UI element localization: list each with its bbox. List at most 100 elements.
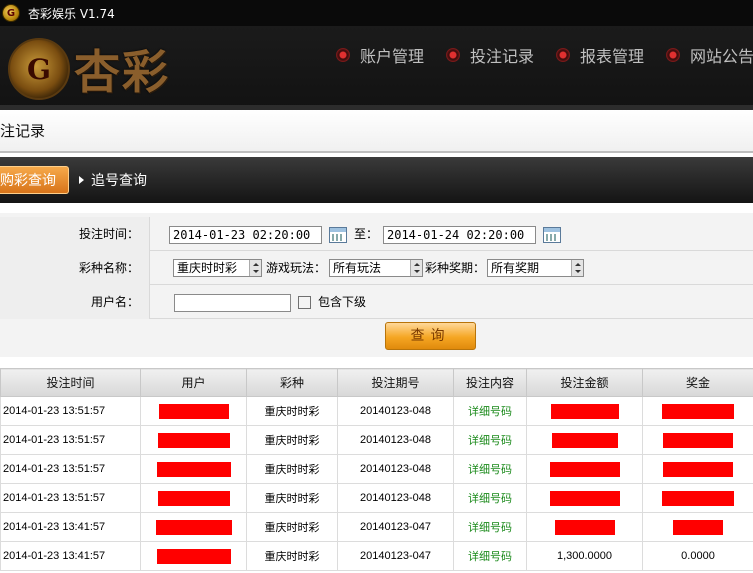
spinner-arrows-icon — [571, 260, 583, 276]
nav-item-label: 投注记录 — [470, 47, 535, 66]
include-sub-checkbox[interactable] — [298, 296, 311, 309]
column-header: 用户 — [140, 368, 247, 397]
period-cell: 20140123-048 — [337, 483, 454, 513]
lottery-cell: 重庆时时彩 — [246, 541, 338, 571]
period-cell: 20140123-047 — [337, 512, 454, 542]
play-select-value: 所有玩法 — [333, 261, 382, 275]
calendar-icon[interactable] — [329, 227, 347, 243]
start-time-input[interactable]: 2014-01-23 02:20:00 — [169, 226, 322, 244]
form-row-user: 用户名： 包含下级 — [0, 285, 753, 319]
redaction-block — [549, 461, 620, 477]
bet-time-cell: 2014-01-23 13:51:57 — [0, 483, 141, 513]
logo-emblem-icon: G — [8, 38, 70, 100]
table-header-row: 投注时间 用户 彩种 投注期号 投注内容 投注金额 奖金 — [0, 368, 753, 397]
lottery-cell: 重庆时时彩 — [246, 512, 338, 542]
form-row-time: 投注时间： 2014-01-23 02:20:00 至： 2014-01-24 … — [0, 217, 753, 251]
column-header: 投注期号 — [337, 368, 454, 397]
include-sub-label: 包含下级 — [318, 295, 367, 309]
bullet-icon — [336, 48, 350, 62]
main-nav: 账户管理 投注记录 报表管理 网站公告 — [336, 26, 753, 84]
table-row: 2014-01-23 13:41:57 重庆时时彩 20140123-047 详… — [0, 541, 753, 571]
tab-chase-query[interactable]: 追号查询 — [79, 170, 147, 190]
end-time-input[interactable]: 2014-01-24 02:20:00 — [383, 226, 536, 244]
user-cell — [140, 541, 247, 571]
brand-logo: G 杏彩 — [8, 36, 170, 102]
period-label: 彩种奖期： — [425, 261, 486, 275]
table-row: 2014-01-23 13:51:57 重庆时时彩 20140123-048 详… — [0, 425, 753, 455]
bullet-icon — [556, 48, 571, 62]
column-header: 彩种 — [246, 368, 338, 397]
query-button[interactable]: 查询 — [385, 322, 476, 350]
detail-link[interactable]: 详细号码 — [453, 541, 527, 571]
lottery-cell: 重庆时时彩 — [246, 425, 338, 455]
redaction-block — [673, 519, 723, 535]
detail-link[interactable]: 详细号码 — [453, 425, 527, 455]
bet-time-cell: 2014-01-23 13:41:57 — [0, 512, 141, 542]
detail-link[interactable]: 详细号码 — [453, 454, 527, 484]
period-cell: 20140123-047 — [337, 541, 454, 571]
period-select-value: 所有奖期 — [491, 261, 540, 275]
bet-time-cell: 2014-01-23 13:51:57 — [0, 425, 141, 455]
nav-item-label: 账户管理 — [360, 47, 425, 66]
spinner-arrows-icon — [410, 260, 422, 276]
bullet-icon — [446, 48, 461, 62]
amount-cell: 1,300.0000 — [526, 541, 643, 571]
redaction-block — [551, 432, 618, 448]
user-cell — [140, 483, 247, 513]
column-header: 投注时间 — [0, 368, 141, 397]
tab-lottery-query[interactable]: 购彩查询 — [0, 166, 69, 194]
lottery-select[interactable]: 重庆时时彩 — [173, 259, 262, 277]
redaction-block — [662, 490, 734, 506]
redaction-block — [550, 403, 619, 419]
redaction-block — [663, 432, 733, 448]
bullet-icon — [666, 48, 681, 62]
redaction-block — [158, 403, 229, 419]
triangle-right-icon — [79, 176, 84, 184]
amount-cell — [526, 425, 643, 455]
spinner-arrows-icon — [249, 260, 261, 276]
column-header: 奖金 — [642, 368, 753, 397]
table-row: 2014-01-23 13:51:57 重庆时时彩 20140123-048 详… — [0, 396, 753, 426]
window-title: 杏彩娱乐 V1.74 — [28, 6, 115, 21]
prize-cell — [642, 396, 753, 426]
period-cell: 20140123-048 — [337, 425, 454, 455]
redaction-block — [156, 461, 231, 477]
redaction-block — [157, 490, 230, 506]
calendar-icon[interactable] — [543, 227, 561, 243]
redaction-block — [662, 403, 734, 419]
tab-bar: 购彩查询 追号查询 — [0, 157, 753, 203]
nav-item-announcements[interactable]: 网站公告 — [666, 43, 753, 67]
column-header: 投注金额 — [526, 368, 643, 397]
detail-link[interactable]: 详细号码 — [453, 396, 527, 426]
detail-link[interactable]: 详细号码 — [453, 483, 527, 513]
prize-cell — [642, 483, 753, 513]
redaction-block — [554, 519, 615, 535]
play-select[interactable]: 所有玩法 — [329, 259, 423, 277]
nav-item-account[interactable]: 账户管理 — [336, 43, 424, 67]
table-row: 2014-01-23 13:51:57 重庆时时彩 20140123-048 详… — [0, 483, 753, 513]
lottery-label: 彩种名称： — [0, 251, 150, 285]
table-row: 2014-01-23 13:41:57 重庆时时彩 20140123-047 详… — [0, 512, 753, 542]
prize-cell — [642, 454, 753, 484]
column-header: 投注内容 — [453, 368, 527, 397]
lottery-select-value: 重庆时时彩 — [177, 261, 238, 275]
prize-cell — [642, 425, 753, 455]
user-label: 用户名： — [0, 285, 150, 319]
redaction-block — [156, 548, 231, 564]
redaction-block — [549, 490, 620, 506]
search-form: 投注时间： 2014-01-23 02:20:00 至： 2014-01-24 … — [0, 213, 753, 357]
app-header: G 杏彩 账户管理 投注记录 报表管理 网站公告 — [0, 26, 753, 110]
user-cell — [140, 512, 247, 542]
period-select[interactable]: 所有奖期 — [487, 259, 584, 277]
page-title: 注记录 — [0, 122, 46, 140]
logo-text: 杏彩 — [74, 45, 170, 99]
username-input[interactable] — [174, 294, 291, 312]
table-row: 2014-01-23 13:51:57 重庆时时彩 20140123-048 详… — [0, 454, 753, 484]
nav-item-bet-records[interactable]: 投注记录 — [446, 43, 534, 67]
app-logo-icon: G — [2, 4, 20, 22]
time-label: 投注时间： — [0, 217, 150, 251]
detail-link[interactable]: 详细号码 — [453, 512, 527, 542]
nav-item-reports[interactable]: 报表管理 — [556, 43, 644, 67]
redaction-block — [663, 461, 733, 477]
nav-item-label: 报表管理 — [580, 47, 645, 66]
